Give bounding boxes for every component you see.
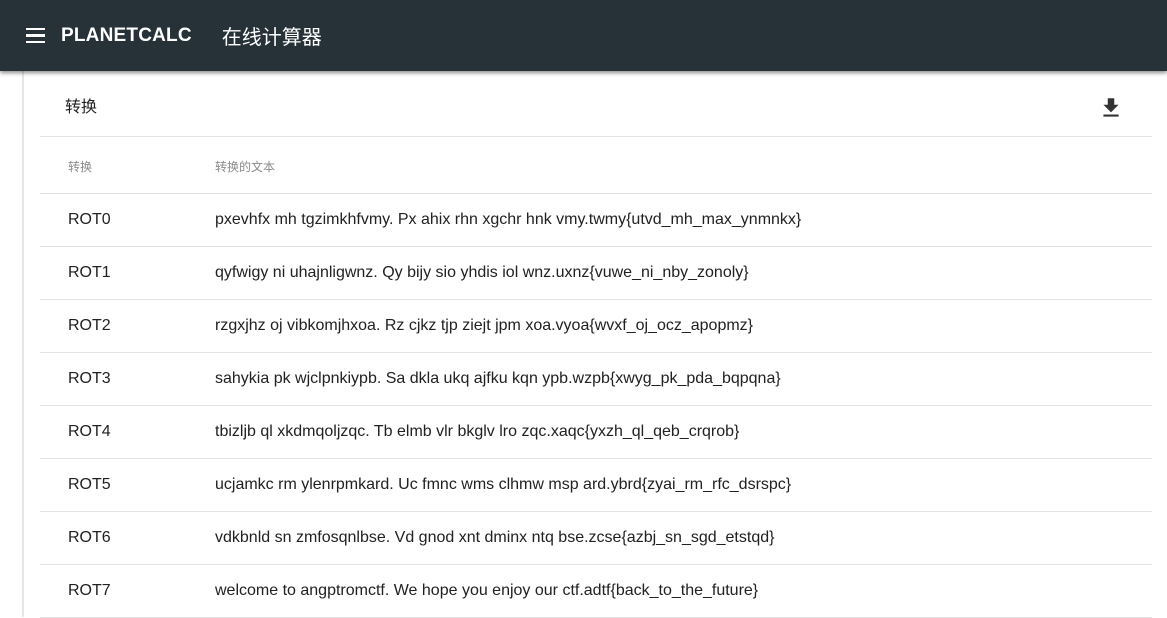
rot-text: sahykia pk wjclpnkiypb. Sa dkla ukq ajfk… [215,370,781,387]
rot-label: ROT3 [68,370,111,387]
table-row: ROT0 pxevhfx mh tgzimkhfvmy. Px ahix rhn… [40,194,1152,247]
rot-label: ROT4 [68,423,111,440]
rot-text: ucjamkc rm ylenrpmkard. Uc fmnc wms clhm… [215,476,792,493]
rot-text: pxevhfx mh tgzimkhfvmy. Px ahix rhn xgch… [215,211,802,228]
brand-logo[interactable]: PLANETCALC [61,25,192,47]
table-row: ROT1 qyfwigy ni uhajnligwnz. Qy bijy sio… [40,247,1152,300]
column-header-conversion: 转换 [68,160,93,174]
card-title: 转换 [65,97,98,116]
rot-text: rzgxjhz oj vibkomjhxoa. Rz cjkz tjp ziej… [215,317,754,334]
rot-label: ROT7 [68,582,111,599]
table-row: ROT6 vdkbnld sn zmfosqnlbse. Vd gnod xnt… [40,512,1152,565]
app-bar: PLANETCALC 在线计算器 [0,0,1167,71]
table-row: ROT5 ucjamkc rm ylenrpmkard. Uc fmnc wms… [40,459,1152,512]
hamburger-menu-icon[interactable] [24,24,48,48]
table-row: ROT2 rzgxjhz oj vibkomjhxoa. Rz cjkz tjp… [40,300,1152,353]
rot-label: ROT6 [68,529,111,546]
site-subtitle[interactable]: 在线计算器 [222,21,322,50]
rot-text: welcome to angptromctf. We hope you enjo… [215,582,759,599]
rot-text: tbizljb ql xkdmqoljzqc. Tb elmb vlr bkgl… [215,423,740,440]
rot-label: ROT0 [68,211,111,228]
table-header: 转换 转换的文本 [40,137,1152,194]
left-rail-divider [22,71,24,617]
table-row: ROT3 sahykia pk wjclpnkiypb. Sa dkla ukq… [40,353,1152,406]
rot-label: ROT2 [68,317,111,334]
table-row: ROT4 tbizljb ql xkdmqoljzqc. Tb elmb vlr… [40,406,1152,459]
rot-label: ROT1 [68,264,111,281]
card-header: 转换 [40,71,1152,137]
column-header-converted-text: 转换的文本 [215,160,276,174]
download-icon [1103,98,1119,117]
rot-text: qyfwigy ni uhajnligwnz. Qy bijy sio yhdi… [215,264,749,281]
rot-text: vdkbnld sn zmfosqnlbse. Vd gnod xnt dmin… [215,529,775,546]
rot-label: ROT5 [68,476,111,493]
results-card: 转换 转换 转换的文本 ROT0 pxevhfx mh tgzimkhfvmy.… [40,71,1152,618]
download-button[interactable] [1098,95,1124,121]
table-row: ROT7 welcome to angptromctf. We hope you… [40,565,1152,618]
